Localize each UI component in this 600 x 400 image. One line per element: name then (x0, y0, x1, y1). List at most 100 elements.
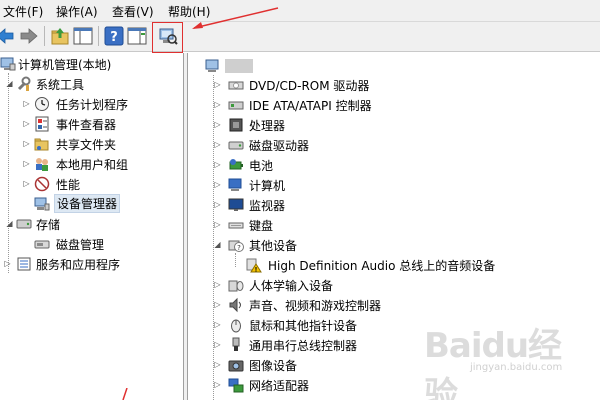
expand-arrow-icon[interactable]: ▷ (22, 159, 31, 168)
tree-item-device-manager[interactable]: 设备管理器 (0, 194, 184, 214)
device-category-computer[interactable]: ▷ 计算机 (213, 175, 593, 195)
help-icon[interactable]: ? (103, 25, 125, 47)
network-adapter-icon (228, 377, 244, 393)
expand-arrow-icon[interactable]: ▷ (213, 160, 222, 169)
device-category-label: 磁盘驱动器 (249, 139, 310, 153)
tree-item-storage[interactable]: ◢ 存储 (0, 214, 184, 234)
device-category-label: IDE ATA/ATAPI 控制器 (249, 99, 372, 113)
device-category-keyboard[interactable]: ▷ 键盘 (213, 215, 593, 235)
toolbar-separator (98, 26, 99, 46)
warning-device-icon: ! (246, 257, 262, 273)
tree-label: 事件查看器 (56, 118, 117, 132)
tree-item-system-tools[interactable]: ◢ 系统工具 (0, 74, 184, 94)
device-category-sound[interactable]: ▷ 声音、视频和游戏控制器 (213, 295, 593, 315)
device-item-label: High Definition Audio 总线上的音频设备 (268, 259, 496, 273)
tree-label: 性能 (56, 178, 81, 192)
console-tree-pane: 计算机管理(本地) ◢ 系统工具 ▷ 任务计划程序 ▷ 事件查看器 ▷ 共享文件… (0, 53, 184, 400)
dvd-icon (228, 77, 244, 93)
annotation-mark (122, 388, 128, 400)
device-category-label: 键盘 (249, 219, 274, 233)
tree-item-disk-management[interactable]: 磁盘管理 (0, 234, 184, 254)
watermark-logo: Baidu经验 (424, 326, 562, 400)
device-category-battery[interactable]: ▷ 电池 (213, 155, 593, 175)
up-folder-icon[interactable] (49, 25, 71, 47)
show-hide-action-pane-icon[interactable] (126, 25, 148, 47)
expand-arrow-icon[interactable]: ▷ (213, 140, 222, 149)
expand-arrow-icon[interactable]: ▷ (213, 180, 222, 189)
device-category-label: 监视器 (249, 199, 286, 213)
tree-label: 任务计划程序 (56, 98, 129, 112)
expand-arrow-icon[interactable]: ▷ (213, 280, 222, 289)
expand-arrow-icon[interactable]: ▷ (213, 300, 222, 309)
svg-text:?: ? (110, 30, 118, 45)
collapse-arrow-icon[interactable]: ◢ (5, 79, 14, 88)
battery-icon (228, 157, 244, 173)
forward-icon[interactable] (18, 25, 40, 47)
ide-controller-icon (228, 97, 244, 113)
expand-arrow-icon[interactable]: ▷ (22, 179, 31, 188)
tree-item-services-apps[interactable]: ▷ 服务和应用程序 (0, 254, 184, 274)
shared-folder-icon (34, 136, 50, 152)
expand-arrow-icon[interactable]: ▷ (22, 99, 31, 108)
device-category-hid[interactable]: ▷ 人体学输入设备 (213, 275, 593, 295)
tree-label: 磁盘管理 (56, 238, 105, 252)
device-category-other[interactable]: ◢ ? 其他设备 (213, 235, 593, 255)
device-tree-root[interactable] (203, 56, 593, 76)
expand-arrow-icon[interactable]: ▷ (213, 360, 222, 369)
expand-arrow-icon[interactable]: ▷ (213, 340, 222, 349)
annotation-arrow (192, 7, 279, 29)
usb-icon (228, 337, 244, 353)
processor-icon (228, 117, 244, 133)
collapse-arrow-icon[interactable]: ◢ (5, 219, 14, 228)
menu-view[interactable]: 查看(V) (112, 3, 154, 20)
disk-management-icon (34, 236, 50, 252)
expand-arrow-icon[interactable]: ▷ (22, 139, 31, 148)
device-category-processor[interactable]: ▷ 处理器 (213, 115, 593, 135)
tree-label: 系统工具 (36, 78, 85, 92)
services-icon (16, 256, 32, 272)
device-category-ide[interactable]: ▷ IDE ATA/ATAPI 控制器 (213, 95, 593, 115)
toolbar: ? (0, 22, 600, 52)
menu-file[interactable]: 文件(F) (3, 3, 43, 20)
expand-arrow-icon[interactable]: ▷ (213, 220, 222, 229)
other-devices-icon: ? (228, 237, 244, 253)
device-item-hd-audio[interactable]: ! High Definition Audio 总线上的音频设备 (213, 255, 593, 275)
device-category-label: 电池 (249, 159, 274, 173)
toolbar-separator (44, 26, 45, 46)
expand-arrow-icon[interactable]: ▷ (213, 120, 222, 129)
back-icon[interactable] (0, 25, 16, 47)
expand-arrow-icon[interactable]: ▷ (3, 259, 12, 268)
expand-arrow-icon[interactable]: ▷ (213, 200, 222, 209)
expand-arrow-icon[interactable]: ▷ (213, 380, 222, 389)
expand-arrow-icon[interactable]: ▷ (213, 100, 222, 109)
keyboard-icon (228, 217, 244, 233)
menu-action[interactable]: 操作(A) (56, 3, 98, 20)
tree-item-performance[interactable]: ▷ 性能 (0, 174, 184, 194)
tree-label: 服务和应用程序 (36, 258, 121, 272)
svg-text:!: ! (255, 267, 258, 274)
device-category-monitor[interactable]: ▷ 监视器 (213, 195, 593, 215)
pane-splitter[interactable] (184, 53, 188, 400)
show-hide-tree-icon[interactable] (72, 25, 94, 47)
device-category-label: 声音、视频和游戏控制器 (249, 299, 382, 313)
tree-item-local-users[interactable]: ▷ 本地用户和组 (0, 154, 184, 174)
expand-arrow-icon[interactable]: ▷ (213, 320, 222, 329)
device-category-label: DVD/CD-ROM 驱动器 (249, 79, 370, 93)
system-tools-icon (16, 76, 32, 92)
device-category-label: 通用串行总线控制器 (249, 339, 358, 353)
baidu-watermark: Baidu经验 jingyan.baidu.com (424, 318, 574, 400)
collapse-arrow-icon[interactable]: ◢ (213, 240, 222, 249)
tree-item-shared-folders[interactable]: ▷ 共享文件夹 (0, 134, 184, 154)
monitor-icon (228, 197, 244, 213)
tree-label: 存储 (36, 218, 61, 232)
device-category-label: 其他设备 (249, 239, 298, 253)
device-category-dvd[interactable]: ▷ DVD/CD-ROM 驱动器 (213, 75, 593, 95)
tree-item-computer-management[interactable]: 计算机管理(本地) (0, 54, 184, 74)
device-category-disk[interactable]: ▷ 磁盘驱动器 (213, 135, 593, 155)
tree-item-event-viewer[interactable]: ▷ 事件查看器 (0, 114, 184, 134)
expand-arrow-icon[interactable]: ▷ (213, 80, 222, 89)
computer-root-icon (205, 58, 221, 74)
clock-icon (34, 96, 50, 112)
expand-arrow-icon[interactable]: ▷ (22, 119, 31, 128)
tree-item-task-scheduler[interactable]: ▷ 任务计划程序 (0, 94, 184, 114)
